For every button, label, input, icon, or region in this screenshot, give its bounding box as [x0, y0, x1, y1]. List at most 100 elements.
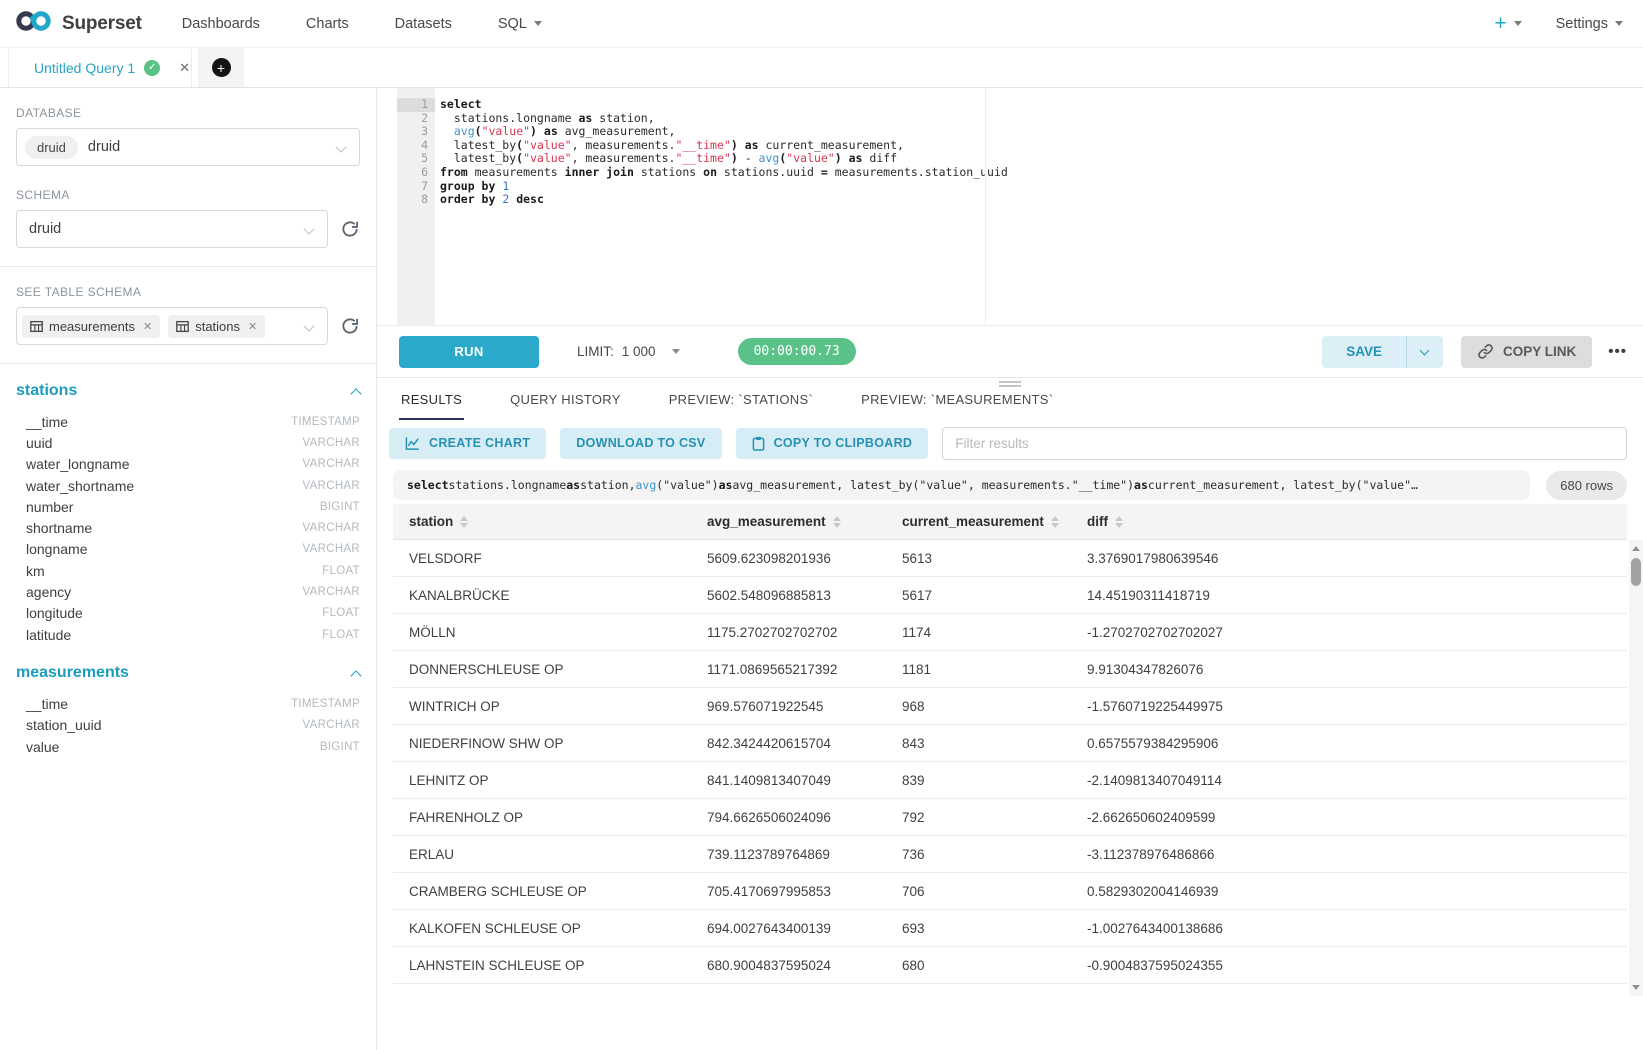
code-line[interactable]: group by 1 — [440, 180, 1643, 194]
download-csv-button[interactable]: DOWNLOAD TO CSV — [560, 428, 721, 459]
sort-icon[interactable] — [1051, 516, 1059, 528]
table-select[interactable]: measurements ✕ stations ✕ — [16, 307, 328, 345]
editor-code[interactable]: select stations.longname as station, avg… — [435, 88, 1643, 325]
schema-label: SCHEMA — [16, 188, 360, 202]
sql-token: measurements — [468, 165, 565, 179]
add-tab-button[interactable]: + — [198, 48, 244, 87]
sql-token — [842, 151, 849, 165]
table-tag-label: stations — [195, 319, 240, 334]
tab-preview-measurements[interactable]: PREVIEW: `MEASUREMENTS` — [859, 392, 1055, 420]
link-icon — [1477, 343, 1494, 360]
column-row: valueBIGINT — [16, 736, 360, 757]
column-header-station[interactable]: station — [393, 504, 691, 539]
table-row: FAHRENHOLZ OP794.6626506024096792-2.6626… — [393, 799, 1627, 836]
column-type: VARCHAR — [303, 437, 360, 449]
refresh-tables-icon[interactable] — [340, 316, 360, 336]
line-number: 2 — [397, 112, 435, 126]
nav-item-datasets[interactable]: Datasets — [395, 16, 452, 32]
nav-item-charts[interactable]: Charts — [306, 16, 349, 32]
save-dropdown-button[interactable] — [1407, 336, 1443, 368]
code-line[interactable]: select — [440, 98, 1643, 112]
schema-value: druid — [29, 221, 61, 237]
close-icon[interactable]: ✕ — [248, 320, 257, 333]
nav-item-dashboards[interactable]: Dashboards — [182, 16, 260, 32]
sql-token: group by — [440, 179, 495, 193]
code-line[interactable]: from measurements inner join stations on… — [440, 166, 1643, 180]
schema-table-name[interactable]: measurements — [16, 664, 129, 682]
nav-item-sql[interactable]: SQL — [498, 16, 542, 32]
sort-icon[interactable] — [1115, 516, 1123, 528]
table-cell: -2.1409813407049114 — [1071, 773, 1627, 788]
sql-token: on — [703, 165, 717, 179]
splitter-drag-handle[interactable] — [999, 381, 1021, 389]
create-chart-button[interactable]: CREATE CHART — [389, 428, 546, 459]
new-menu-button[interactable]: + — [1494, 13, 1521, 34]
code-line[interactable]: latest_by("value", measurements."__time"… — [440, 152, 1643, 166]
run-button[interactable]: RUN — [399, 336, 539, 368]
table-icon — [30, 320, 43, 333]
collapse-icon[interactable] — [350, 388, 361, 399]
sql-editor[interactable]: 12345678 select stations.longname as sta… — [377, 88, 1643, 326]
settings-menu[interactable]: Settings — [1556, 16, 1623, 32]
table-tag-label: measurements — [49, 319, 135, 334]
save-button[interactable]: SAVE — [1322, 336, 1406, 368]
column-header-label: diff — [1087, 514, 1108, 529]
column-name: longname — [26, 541, 88, 557]
scroll-up-icon[interactable] — [1632, 546, 1640, 551]
table-tag-stations[interactable]: stations ✕ — [168, 315, 265, 338]
tab-preview-stations[interactable]: PREVIEW: `STATIONS` — [667, 392, 815, 420]
column-header-diff[interactable]: diff — [1071, 504, 1627, 539]
tab-query-history[interactable]: QUERY HISTORY — [508, 392, 623, 420]
column-row: longnameVARCHAR — [16, 539, 360, 560]
code-line[interactable]: avg("value") as avg_measurement, — [440, 125, 1643, 139]
sql-token — [440, 124, 454, 138]
query-tab-label[interactable]: Untitled Query 1 — [34, 60, 135, 76]
table-cell: 9.91304347826076 — [1071, 662, 1627, 677]
table-row: VELSDORF5609.62309820193656133.376901798… — [393, 540, 1627, 577]
line-number: 4 — [397, 139, 435, 153]
code-line[interactable]: latest_by("value", measurements."__time"… — [440, 139, 1643, 153]
plus-icon: + — [1494, 13, 1506, 34]
code-line[interactable]: stations.longname as station, — [440, 112, 1643, 126]
sort-icon[interactable] — [460, 516, 468, 528]
query-timer-badge: 00:00:00.73 — [738, 338, 856, 365]
sort-icon[interactable] — [833, 516, 841, 528]
scroll-down-icon[interactable] — [1632, 985, 1640, 990]
sql-token: as — [719, 478, 733, 492]
results-actions: CREATE CHART DOWNLOAD TO CSV COPY TO CLI… — [377, 420, 1643, 466]
query-tab[interactable]: Untitled Query 1 ✓ ✕ — [8, 48, 192, 87]
database-select[interactable]: druid druid — [16, 128, 360, 166]
column-header-current-measurement[interactable]: current_measurement — [886, 504, 1071, 539]
column-row: longitudeFLOAT — [16, 603, 360, 624]
copy-link-button[interactable]: COPY LINK — [1461, 336, 1592, 368]
code-line[interactable]: order by 2 desc — [440, 193, 1643, 207]
tab-results[interactable]: RESULTS — [399, 392, 464, 420]
scrollbar[interactable] — [1629, 540, 1643, 996]
close-icon[interactable]: ✕ — [179, 60, 190, 76]
filter-results-input[interactable] — [942, 427, 1627, 460]
column-header-avg-measurement[interactable]: avg_measurement — [691, 504, 886, 539]
collapse-icon[interactable] — [350, 671, 361, 682]
refresh-schema-icon[interactable] — [340, 219, 360, 239]
column-type: VARCHAR — [303, 458, 360, 470]
limit-dropdown[interactable]: LIMIT: 1 000 — [577, 344, 680, 359]
schema-select[interactable]: druid — [16, 210, 328, 248]
table-row: NIEDERFINOW SHW OP842.34244206157048430.… — [393, 725, 1627, 762]
table-tag-measurements[interactable]: measurements ✕ — [22, 315, 160, 338]
table-cell: 5609.623098201936 — [691, 551, 886, 566]
table-cell: 842.3424420615704 — [691, 736, 886, 751]
create-chart-label: CREATE CHART — [429, 436, 530, 450]
scrollbar-thumb[interactable] — [1631, 558, 1641, 586]
close-icon[interactable]: ✕ — [143, 320, 152, 333]
table-cell: -0.9004837595024355 — [1071, 958, 1627, 973]
copy-clipboard-button[interactable]: COPY TO CLIPBOARD — [736, 428, 929, 459]
more-actions-button[interactable]: ••• — [1608, 343, 1627, 360]
line-number: 6 — [397, 166, 435, 180]
line-number: 7 — [397, 180, 435, 194]
sql-token: stations.uuid — [717, 165, 821, 179]
sql-token: avg — [454, 124, 475, 138]
table-cell: 0.5829302004146939 — [1071, 884, 1627, 899]
divider — [0, 266, 376, 267]
superset-brand[interactable]: Superset — [14, 8, 142, 39]
schema-table-name[interactable]: stations — [16, 382, 77, 400]
